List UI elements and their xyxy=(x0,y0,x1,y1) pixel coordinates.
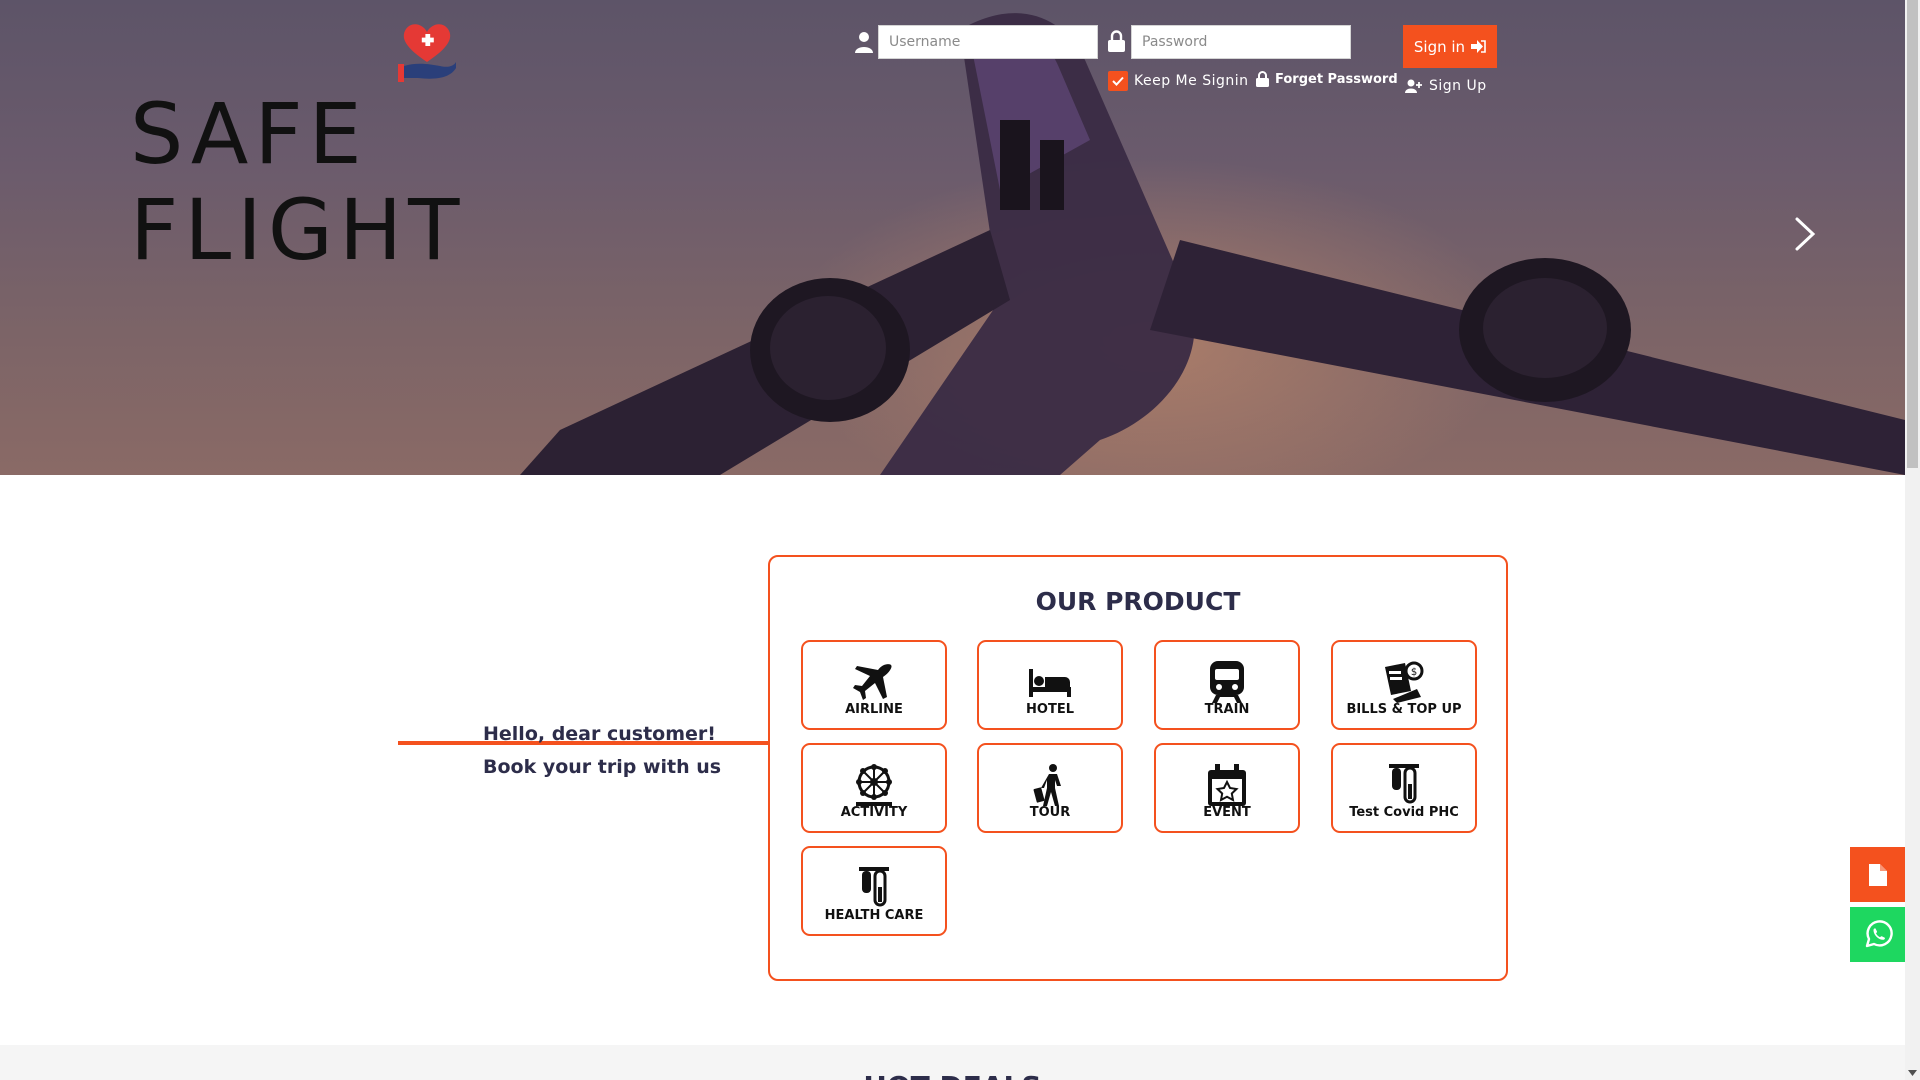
carousel-next-arrow-icon[interactable] xyxy=(1792,216,1818,252)
keep-signin-label: Keep Me Signin xyxy=(1134,73,1249,89)
product-tile-activity[interactable]: ACTIVITY xyxy=(801,743,947,833)
keep-signin-row[interactable]: Keep Me Signin xyxy=(1108,71,1249,91)
product-tile-tour[interactable]: TOUR xyxy=(977,743,1123,833)
traveler-icon xyxy=(1028,763,1072,807)
product-label: TRAIN xyxy=(1204,702,1250,717)
calendar-star-icon xyxy=(1205,763,1249,807)
product-panel: OUR PRODUCT AIRLINE HOTEL TRAIN $ BILLS … xyxy=(768,555,1508,981)
hero-banner: SAFE FLIGHT xyxy=(0,0,1905,475)
sign-in-arrow-icon xyxy=(1471,40,1486,53)
product-tile-event[interactable]: EVENT xyxy=(1154,743,1300,833)
product-label: HOTEL xyxy=(1026,702,1074,717)
product-tile-bills[interactable]: $ BILLS & TOP UP xyxy=(1331,640,1477,730)
sign-up-link[interactable]: Sign Up xyxy=(1405,78,1487,94)
forget-password-label: Forget Password xyxy=(1275,71,1398,87)
product-tile-test-covid[interactable]: Test Covid PHC xyxy=(1331,743,1477,833)
document-icon xyxy=(1868,863,1887,886)
hot-deals-section: HOT DEALS xyxy=(0,1045,1905,1080)
test-tube-icon xyxy=(852,866,896,910)
check-icon xyxy=(1112,76,1124,86)
product-tile-train[interactable]: TRAIN xyxy=(1154,640,1300,730)
user-icon xyxy=(855,32,873,53)
bed-icon xyxy=(1028,660,1072,704)
heart-hand-logo-icon xyxy=(398,24,456,82)
product-label: Test Covid PHC xyxy=(1349,805,1459,820)
plane-icon xyxy=(852,660,896,704)
greeting-line-2: Book your trip with us xyxy=(483,756,722,778)
whatsapp-icon xyxy=(1865,919,1893,947)
scroll-down-arrow-icon[interactable] xyxy=(1907,1067,1918,1079)
product-label: EVENT xyxy=(1203,805,1251,820)
brand-logo-text: SAFE FLIGHT xyxy=(130,86,465,278)
sign-in-label: Sign in xyxy=(1413,37,1466,56)
svg-text:$: $ xyxy=(1411,667,1417,678)
product-tile-hotel[interactable]: HOTEL xyxy=(977,640,1123,730)
lock-small-icon xyxy=(1256,71,1269,87)
product-tile-airline[interactable]: AIRLINE xyxy=(801,640,947,730)
sign-in-button[interactable]: Sign in xyxy=(1403,25,1497,68)
forget-password-link[interactable]: Forget Password xyxy=(1256,71,1398,87)
greeting: Hello, dear customer! Book your trip wit… xyxy=(483,718,721,784)
product-label: ACTIVITY xyxy=(840,805,908,820)
product-label: TOUR xyxy=(1029,805,1071,820)
product-title: OUR PRODUCT xyxy=(1035,587,1241,616)
sign-up-label: Sign Up xyxy=(1429,78,1487,94)
scrollbar-thumb[interactable] xyxy=(1907,0,1918,468)
document-button[interactable] xyxy=(1850,847,1905,902)
password-input[interactable] xyxy=(1131,25,1351,59)
keep-signin-checkbox[interactable] xyxy=(1108,71,1128,91)
hot-deals-title: HOT DEALS xyxy=(0,1070,1905,1080)
user-plus-icon xyxy=(1405,79,1422,93)
whatsapp-button[interactable] xyxy=(1850,907,1905,962)
test-tube-icon xyxy=(1382,763,1426,807)
bills-icon: $ xyxy=(1382,660,1426,704)
product-label: BILLS & TOP UP xyxy=(1346,702,1462,717)
train-icon xyxy=(1205,660,1249,704)
product-tile-health-care[interactable]: HEALTH CARE xyxy=(801,846,947,936)
username-input[interactable] xyxy=(878,25,1098,59)
greeting-line-1: Hello, dear customer! xyxy=(483,723,716,745)
brand-line-1: SAFE xyxy=(130,85,368,183)
lock-icon xyxy=(1108,30,1125,52)
product-label: HEALTH CARE xyxy=(824,908,924,923)
brand-line-2: FLIGHT xyxy=(130,181,466,279)
ferris-wheel-icon xyxy=(852,763,896,807)
product-label: AIRLINE xyxy=(845,702,903,717)
